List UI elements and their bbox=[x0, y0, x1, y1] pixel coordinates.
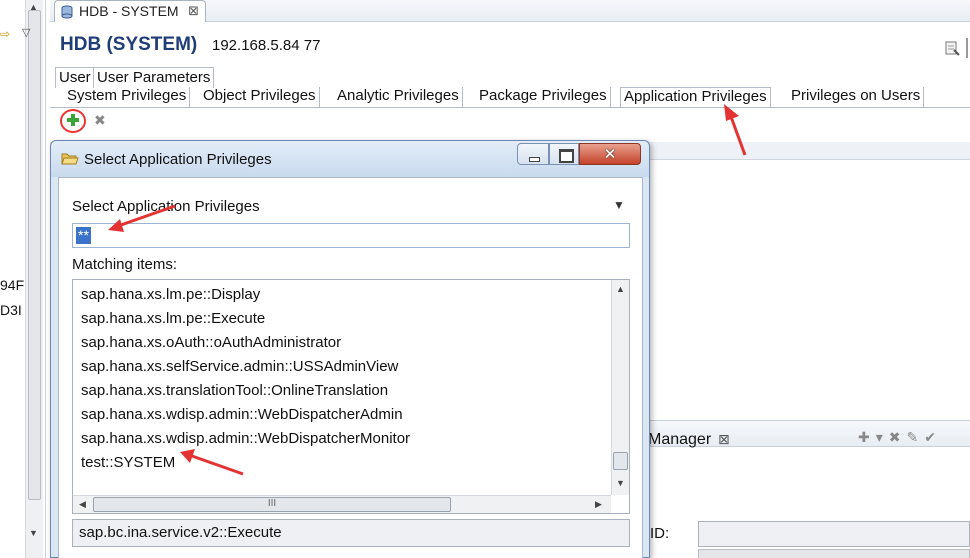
select-application-privileges-dialog: Select Application Privileges ✕ Select A… bbox=[50, 140, 650, 558]
scroll-right-icon[interactable]: ▶ bbox=[595, 499, 602, 510]
id-field[interactable] bbox=[698, 521, 970, 547]
matching-items-list[interactable]: sap.hana.xs.lm.pe::Display sap.hana.xs.l… bbox=[72, 279, 630, 514]
scroll-thumb[interactable]: III bbox=[93, 497, 451, 512]
tab-system-privileges[interactable]: System Privileges bbox=[64, 87, 191, 107]
window-controls: ✕ bbox=[517, 143, 643, 165]
left-view-text: D3I bbox=[0, 302, 22, 318]
scroll-thumb[interactable] bbox=[613, 452, 628, 470]
editor-tab-row: HDB - SYSTEM ⊠ bbox=[50, 0, 970, 22]
tab-divider bbox=[50, 107, 970, 108]
left-view: ⇨ ▲ ▼ ▽ 94F D3I bbox=[0, 0, 46, 558]
scroll-down-icon[interactable]: ▼ bbox=[29, 528, 38, 538]
remove-icon[interactable]: ✖ bbox=[889, 429, 907, 445]
editor-tab-hdb-system[interactable]: HDB - SYSTEM ⊠ bbox=[54, 0, 206, 22]
close-icon: ✕ bbox=[603, 146, 617, 163]
tab-analytic-privileges[interactable]: Analytic Privileges bbox=[334, 87, 463, 107]
list-item[interactable]: sap.hana.xs.selfService.admin::USSAdminV… bbox=[81, 358, 398, 375]
lower-view-toolbar: ✚▾✖✎✔ bbox=[858, 429, 942, 446]
section-label: Select Application Privileges bbox=[72, 198, 260, 215]
chevron-down-icon[interactable]: ▽ bbox=[22, 26, 30, 39]
matching-items-label: Matching items: bbox=[72, 256, 178, 273]
toolbar-separator bbox=[962, 38, 968, 58]
lower-view-tab[interactable]: Manager bbox=[648, 431, 711, 449]
scroll-up-icon[interactable]: ▲ bbox=[616, 284, 625, 294]
chevron-down-icon[interactable]: ▾ bbox=[876, 429, 889, 445]
list-item[interactable]: sap.hana.xs.wdisp.admin::WebDispatcherMo… bbox=[81, 430, 410, 447]
tab-user[interactable]: User bbox=[55, 67, 95, 88]
deploy-icon[interactable] bbox=[944, 40, 960, 56]
dialog-titlebar[interactable]: Select Application Privileges ✕ bbox=[51, 141, 649, 177]
list-item[interactable]: sap.hana.xs.lm.pe::Execute bbox=[81, 310, 265, 327]
filter-selected-text: ** bbox=[76, 227, 91, 244]
database-icon bbox=[61, 5, 73, 19]
selected-item-status: sap.bc.ina.service.v2::Execute bbox=[72, 519, 630, 547]
dialog-title: Select Application Privileges bbox=[84, 151, 272, 168]
remove-icon[interactable]: ✖ bbox=[94, 112, 106, 129]
dropdown-caret-icon[interactable]: ▼ bbox=[613, 198, 625, 212]
annotation-circle bbox=[60, 109, 86, 133]
editor-tab-label: HDB - SYSTEM bbox=[79, 3, 179, 19]
tab-application-privileges[interactable]: Application Privileges bbox=[620, 87, 771, 107]
folder-open-icon bbox=[61, 153, 79, 165]
link-arrow-icon[interactable]: ⇨ bbox=[0, 28, 12, 40]
filter-input[interactable]: ** bbox=[72, 223, 630, 248]
close-button[interactable]: ✕ bbox=[579, 143, 641, 165]
scroll-down-icon[interactable]: ▼ bbox=[616, 478, 625, 488]
close-icon[interactable]: ⊠ bbox=[718, 431, 730, 448]
close-icon[interactable]: ⊠ bbox=[188, 1, 199, 21]
lower-horizontal-scrollbar[interactable] bbox=[698, 549, 970, 558]
list-item[interactable]: sap.hana.xs.oAuth::oAuthAdministrator bbox=[81, 334, 341, 351]
maximize-button[interactable] bbox=[549, 143, 579, 165]
left-vertical-scrollbar[interactable]: ▲ ▼ bbox=[25, 0, 43, 558]
tab-package-privileges[interactable]: Package Privileges bbox=[476, 87, 611, 107]
tab-object-privileges[interactable]: Object Privileges bbox=[200, 87, 320, 107]
tab-privileges-on-users[interactable]: Privileges on Users bbox=[788, 87, 925, 107]
tab-user-parameters[interactable]: User Parameters bbox=[93, 67, 215, 88]
list-item[interactable]: test::SYSTEM bbox=[81, 454, 175, 471]
scroll-left-icon[interactable]: ◀ bbox=[79, 499, 86, 510]
privilege-tabs: System Privileges Object Privileges Anal… bbox=[64, 87, 964, 107]
host-address: 192.168.5.84 77 bbox=[212, 37, 321, 54]
list-horizontal-scrollbar[interactable]: ◀ III ▶ bbox=[73, 495, 611, 513]
page-title: HDB (SYSTEM) bbox=[60, 34, 198, 55]
add-icon[interactable]: ✚ bbox=[858, 429, 876, 445]
minimize-button[interactable] bbox=[517, 143, 549, 165]
list-item[interactable]: sap.hana.xs.translationTool::OnlineTrans… bbox=[81, 382, 388, 399]
left-view-text: 94F bbox=[0, 277, 25, 293]
edit-icon[interactable]: ✎ bbox=[907, 429, 925, 445]
list-item[interactable]: sap.hana.xs.wdisp.admin::WebDispatcherAd… bbox=[81, 406, 403, 423]
dialog-body: Select Application Privileges ▼ ** Match… bbox=[58, 177, 643, 558]
check-icon[interactable]: ✔ bbox=[924, 429, 942, 445]
scroll-thumb[interactable] bbox=[28, 10, 41, 500]
list-vertical-scrollbar[interactable]: ▲ ▼ bbox=[611, 280, 629, 495]
list-item[interactable]: sap.hana.xs.lm.pe::Display bbox=[81, 286, 260, 303]
id-label: ID: bbox=[650, 525, 670, 542]
